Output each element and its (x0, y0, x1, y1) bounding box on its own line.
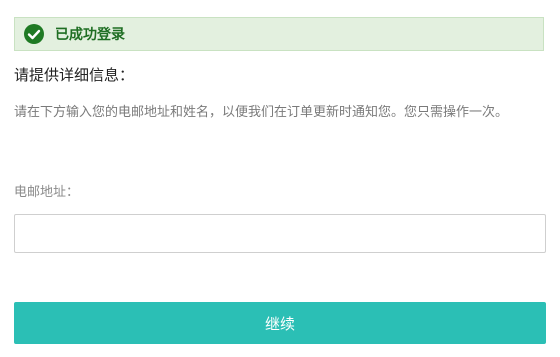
email-field[interactable] (14, 214, 546, 253)
success-message: 已成功登录 (55, 27, 125, 43)
login-details-page: 已成功登录 请提供详细信息： 请在下方输入您的电邮地址和姓名，以便我们在订单更新… (0, 0, 560, 357)
section-title: 请提供详细信息： (14, 66, 135, 84)
check-circle-icon (23, 23, 45, 45)
email-field-label: 电邮地址： (14, 185, 80, 200)
form-description: 请在下方输入您的电邮地址和姓名，以便我们在订单更新时通知您。您只需操作一次。 (14, 105, 509, 120)
success-banner: 已成功登录 (14, 17, 544, 51)
continue-button[interactable]: 继续 (14, 302, 546, 344)
